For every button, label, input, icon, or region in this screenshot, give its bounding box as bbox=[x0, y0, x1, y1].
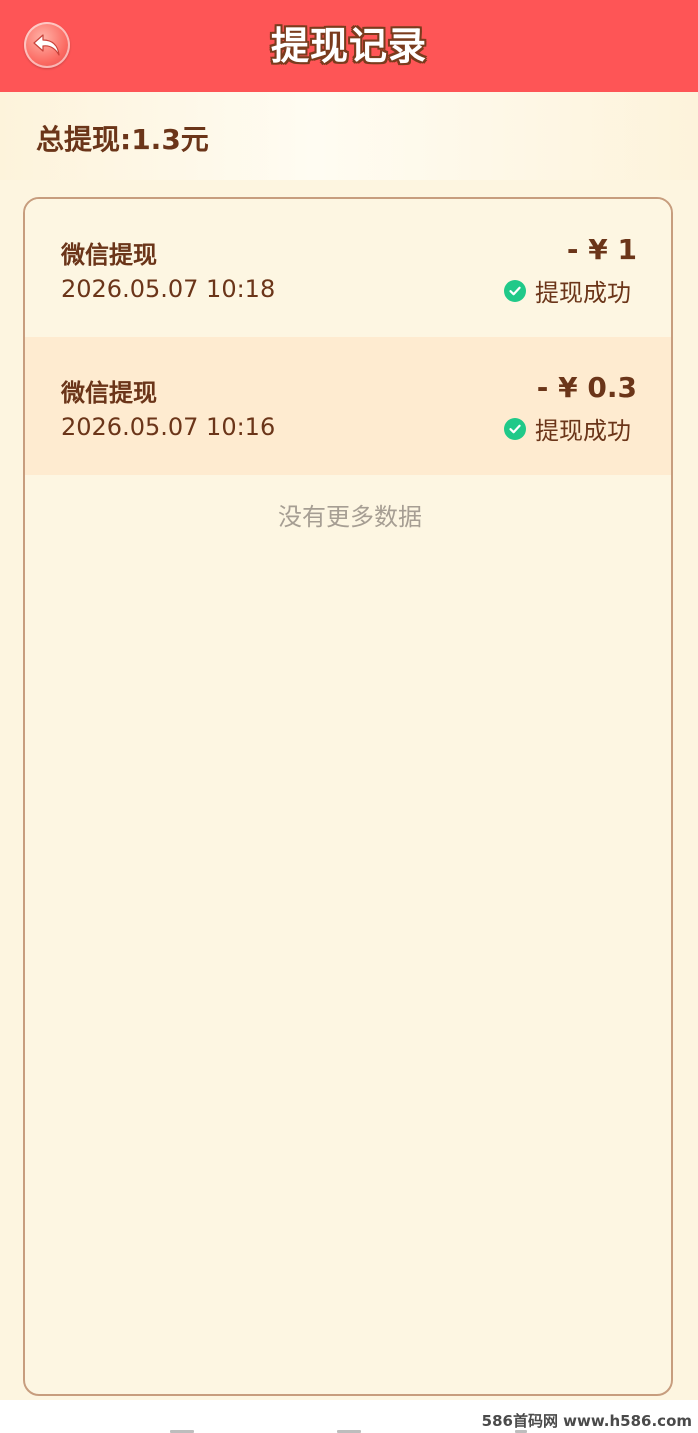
record-row[interactable]: 微信提现 2026.05.07 10:18 - ¥ 1 提现成功 bbox=[25, 199, 671, 337]
record-title: 微信提现 bbox=[61, 241, 157, 269]
record-row[interactable]: 微信提现 2026.05.07 10:16 - ¥ 0.3 提现成功 bbox=[25, 337, 671, 475]
total-withdraw-text: 总提现:1.3元 bbox=[36, 123, 209, 156]
record-time: 2026.05.07 10:18 bbox=[61, 275, 276, 303]
no-more-data-text: 没有更多数据 bbox=[278, 503, 422, 531]
record-amount: - ¥ 0.3 bbox=[536, 371, 637, 404]
watermark-text: 586首码网 www.h586.com bbox=[481, 1412, 692, 1430]
page-title: 提现记录 bbox=[270, 24, 427, 68]
records-card: 微信提现 2026.05.07 10:18 - ¥ 1 提现成功 微信提现 20… bbox=[23, 197, 673, 1396]
status-text: 提现成功 bbox=[535, 279, 631, 307]
header-bar: 提现记录 bbox=[0, 0, 698, 92]
record-title: 微信提现 bbox=[61, 379, 157, 407]
record-status: 提现成功 bbox=[504, 411, 631, 446]
record-time: 2026.05.07 10:16 bbox=[61, 413, 276, 441]
record-amount: - ¥ 1 bbox=[566, 233, 637, 266]
check-circle-icon bbox=[504, 417, 526, 440]
check-circle-icon bbox=[504, 279, 526, 302]
record-status: 提现成功 bbox=[504, 273, 631, 308]
status-text: 提现成功 bbox=[535, 417, 631, 445]
